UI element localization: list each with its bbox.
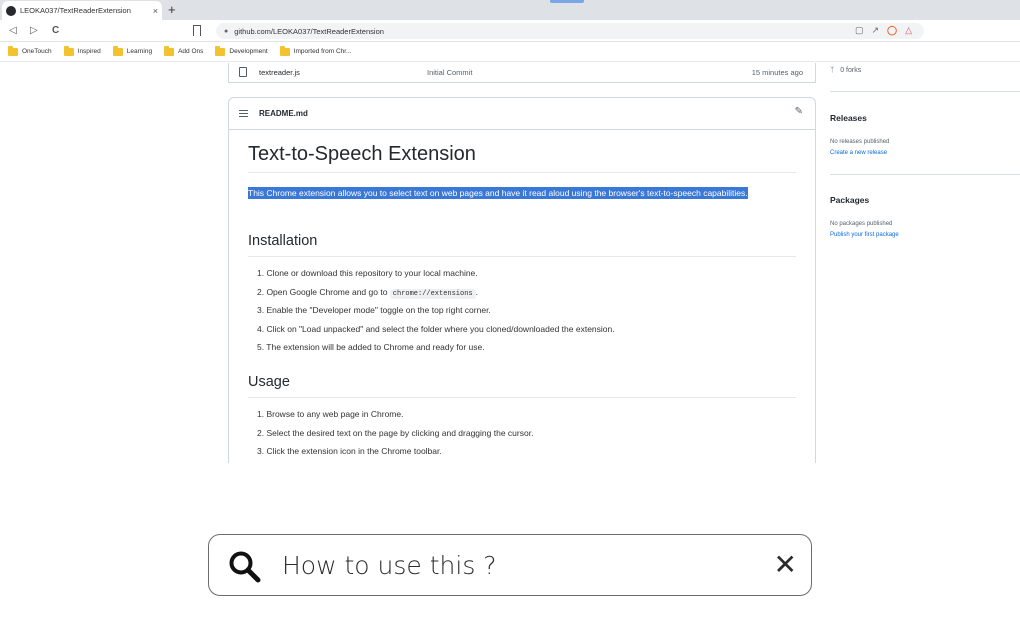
installation-heading: Installation — [248, 233, 318, 249]
browser-toolbar: ◁ ▷ C ● github.com/LEOKA037/TextReaderEx… — [0, 20, 1020, 58]
folder-icon — [8, 45, 18, 56]
readme-header: README.md ✎ — [229, 98, 815, 130]
search-box[interactable]: How to use this ? ✕ — [208, 534, 812, 596]
bookmark-folder[interactable]: Imported from Chr... — [279, 45, 352, 56]
publish-package-link[interactable]: Publish your first package — [830, 232, 899, 238]
tab-strip: LEOKA037/TextReaderExtension × + — [0, 0, 1020, 20]
folder-icon — [164, 45, 175, 56]
search-query[interactable]: How to use this ? — [282, 551, 497, 580]
list-item: 3. Enable the "Developer mode" toggle on… — [257, 305, 491, 315]
releases-empty-text: No releases published — [830, 139, 890, 145]
step-text: 2. Open Google Chrome and go to — [257, 286, 388, 297]
create-release-link[interactable]: Create a new release — [830, 150, 887, 156]
window-indicator — [550, 0, 584, 3]
bookmarks-bar: OneTouch Inspired Learning Add Ons Devel… — [0, 42, 1020, 62]
lock-icon: ● — [224, 27, 229, 35]
divider — [830, 174, 1020, 175]
list-item: 1. Clone or download this repository to … — [257, 268, 478, 278]
readme-box: README.md ✎ Text-to-Speech Extension Thi… — [228, 97, 816, 463]
bookmark-folder[interactable]: OneTouch — [8, 45, 52, 56]
share-icon[interactable]: ↗ — [871, 25, 879, 36]
screen: LEOKA037/TextReaderExtension × + ◁ ▷ C ●… — [0, 0, 1020, 638]
bookmark-icon[interactable] — [193, 25, 201, 36]
bookmark-folder[interactable]: Inspired — [63, 45, 101, 56]
forward-icon[interactable]: ▷ — [30, 25, 38, 37]
usage-steps: 1. Browse to any web page in Chrome. 2. … — [257, 405, 797, 461]
bookmark-folder[interactable]: Add Ons — [164, 45, 204, 56]
folder-icon — [279, 45, 290, 56]
step-end: . — [475, 286, 478, 297]
bookmark-folder[interactable]: Learning — [112, 45, 153, 56]
folder-icon — [63, 45, 74, 56]
close-icon[interactable]: ✕ — [774, 550, 797, 580]
readme-title: Text-to-Speech Extension — [248, 143, 476, 165]
search-icon — [229, 551, 261, 583]
selected-text[interactable]: This Chrome extension allows you to sele… — [248, 187, 748, 199]
address-bar[interactable]: ● github.com/LEOKA037/TextReaderExtensio… — [216, 23, 924, 39]
bookmark-label: OneTouch — [22, 48, 52, 55]
edit-pencil-icon[interactable]: ✎ — [795, 106, 803, 117]
commit-message-link[interactable]: Initial Commit — [427, 68, 472, 77]
bookmark-folder[interactable]: Development — [215, 45, 268, 56]
translate-icon[interactable]: ▢ — [855, 25, 864, 36]
folder-icon — [112, 45, 123, 56]
list-item: 5. The extension will be added to Chrome… — [257, 342, 485, 352]
code-snippet: chrome://extensions — [389, 288, 476, 299]
fork-icon: ᛉ — [830, 67, 835, 74]
divider — [248, 397, 796, 398]
tab-close-icon[interactable]: × — [153, 6, 158, 16]
brave-shields-icon[interactable]: ◯ — [887, 25, 897, 36]
installation-steps: 1. Clone or download this repository to … — [257, 264, 797, 357]
browser-tab[interactable]: LEOKA037/TextReaderExtension × — [2, 1, 162, 20]
divider — [830, 91, 1020, 92]
divider — [248, 256, 796, 257]
readme-intro: This Chrome extension allows you to sele… — [248, 185, 778, 201]
divider — [248, 172, 796, 173]
file-row: textreader.js Initial Commit 15 minutes … — [228, 63, 816, 83]
readme-filename: README.md — [259, 109, 308, 118]
address-bar-icons: ▢ ↗ ◯ △ — [855, 25, 912, 36]
file-name-link[interactable]: textreader.js — [259, 68, 300, 77]
usage-heading: Usage — [248, 374, 290, 390]
packages-empty-text: No packages published — [830, 221, 893, 227]
packages-heading[interactable]: Packages — [830, 195, 869, 205]
list-item: 4. Click on "Load unpacked" and select t… — [257, 323, 615, 334]
file-icon — [239, 67, 247, 77]
tab-title: LEOKA037/TextReaderExtension — [20, 6, 131, 15]
bookmark-label: Development — [229, 48, 268, 55]
url-text: github.com/LEOKA037/TextReaderExtension — [234, 26, 384, 36]
outline-list-icon[interactable] — [239, 110, 248, 117]
forks-count: 0 forks — [840, 67, 862, 74]
brave-rewards-icon[interactable]: △ — [905, 25, 912, 36]
list-item: 2. Select the desired text on the page b… — [257, 427, 534, 438]
releases-heading[interactable]: Releases — [830, 113, 867, 123]
forks-stat[interactable]: ᛉ 0 forks — [830, 67, 861, 74]
reload-icon[interactable]: C — [52, 25, 59, 37]
bookmark-label: Inspired — [77, 48, 101, 55]
back-icon[interactable]: ◁ — [9, 25, 17, 37]
new-tab-button[interactable]: + — [168, 2, 176, 17]
repo-sidebar: ᛉ 0 forks Releases No releases published… — [830, 63, 1020, 263]
list-item: 2. Open Google Chrome and go to chrome:/… — [257, 283, 797, 302]
github-icon — [6, 5, 16, 16]
bookmark-label: Imported from Chr... — [293, 48, 352, 55]
bookmark-label: Add Ons — [178, 48, 204, 55]
bookmark-label: Learning — [126, 48, 153, 55]
list-item: 3. Click the extension icon in the Chrom… — [257, 446, 442, 456]
list-item: 1. Browse to any web page in Chrome. — [257, 409, 404, 419]
commit-time: 15 minutes ago — [751, 68, 803, 77]
folder-icon — [215, 45, 226, 56]
